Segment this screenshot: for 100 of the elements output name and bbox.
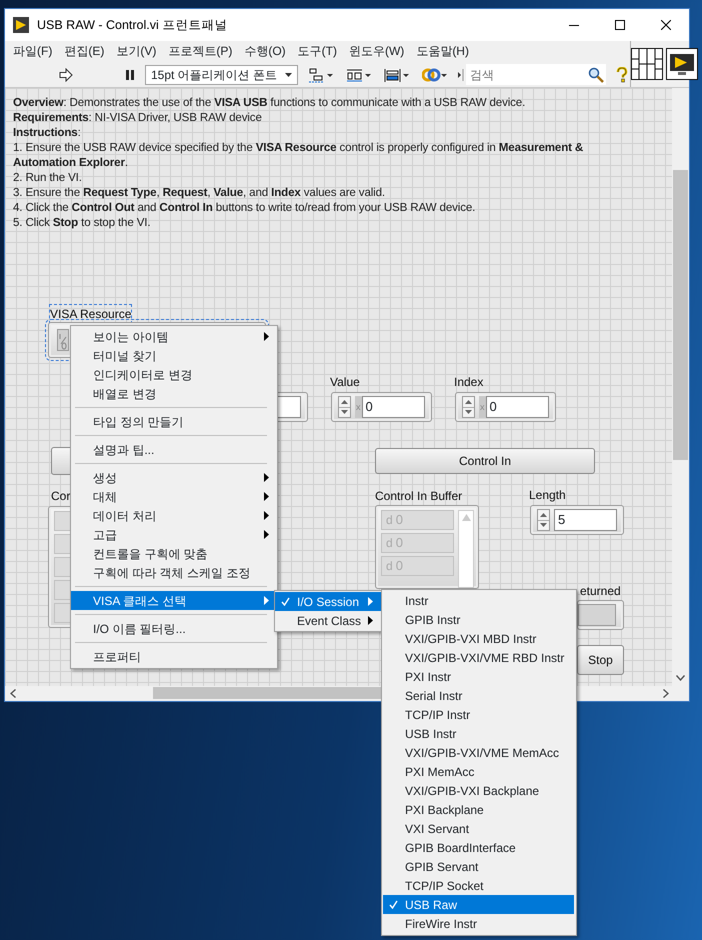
toolbar-grip-icon	[458, 68, 464, 80]
control-label: VISA Resource	[50, 305, 132, 323]
control-label: Length	[529, 487, 566, 504]
search-field[interactable]: 검색	[466, 64, 586, 85]
search-button[interactable]	[586, 64, 606, 85]
menu-item[interactable]: 편집(E)	[58, 42, 110, 60]
menu-item[interactable]: Instr	[383, 591, 574, 610]
description-text: 3. Ensure the Request Type, Request, Value, and Index values are valid.	[13, 185, 386, 200]
menu-item[interactable]: TCP/IP Socket	[383, 876, 574, 895]
control-label: Value	[330, 374, 360, 391]
menu-item[interactable]: USB Instr	[383, 724, 574, 743]
scroll-thumb[interactable]	[673, 170, 688, 460]
maximize-icon	[615, 20, 625, 30]
menu-item[interactable]: 배열로 변경	[71, 384, 277, 403]
menu-item[interactable]: 윈도우(W)	[342, 42, 410, 60]
panel-button[interactable]: Control In	[375, 448, 595, 474]
numeric-control[interactable]: 5	[530, 505, 624, 535]
radix-indicator: x	[479, 396, 486, 418]
radix-indicator: x	[355, 396, 362, 418]
number-field[interactable]: 0	[486, 396, 549, 418]
reorder-button[interactable]	[420, 66, 450, 82]
check-icon	[389, 900, 398, 909]
number-field[interactable]: 5	[554, 509, 617, 531]
help-icon	[616, 66, 628, 82]
up-arrow-icon	[465, 400, 472, 404]
menu-item[interactable]: 파일(F)	[7, 42, 58, 60]
submenu-arrow-icon	[264, 511, 269, 520]
menu-item[interactable]: 설명과 팁...	[71, 440, 277, 459]
pause-button[interactable]	[123, 68, 137, 80]
number-field[interactable]: 0	[362, 396, 425, 418]
menu-item[interactable]: VXI/GPIB-VXI/VME RBD Instr	[383, 648, 574, 667]
submenu-arrow-icon	[264, 473, 269, 482]
array-scrollbar[interactable]	[458, 510, 474, 588]
window-title: USB RAW - Control.vi 프런트패널	[37, 16, 228, 34]
menu-item[interactable]: USB Raw	[383, 895, 574, 914]
help-button[interactable]	[614, 66, 630, 82]
down-arrow-icon	[341, 410, 348, 414]
menu-item[interactable]: 타입 정의 만들기	[71, 412, 277, 431]
scroll-left-icon	[10, 689, 16, 698]
numeric-control[interactable]: x 0	[331, 392, 432, 422]
menu-item[interactable]: 터미널 찾기	[71, 346, 277, 365]
menu-item[interactable]: 컨트롤을 구획에 맞춤	[71, 544, 277, 563]
menu-item[interactable]: I/O 이름 필터링...	[71, 619, 277, 638]
menu-item[interactable]: GPIB Servant	[383, 857, 574, 876]
close-icon	[661, 20, 671, 30]
menu-item[interactable]: VXI/GPIB-VXI/VME MemAcc	[383, 743, 574, 762]
menu-item[interactable]: 구획에 따라 객체 스케일 조정	[71, 563, 277, 582]
menu-item[interactable]: 도움말(H)	[410, 42, 475, 60]
menu-item[interactable]: PXI Backplane	[383, 800, 574, 819]
menu-item[interactable]: 프로퍼티	[71, 647, 277, 666]
align-objects-button[interactable]	[306, 66, 336, 82]
run-arrow-icon	[59, 68, 73, 82]
menu-item[interactable]: 프로젝트(P)	[162, 42, 238, 60]
menu-item[interactable]: Serial Instr	[383, 686, 574, 705]
connector-pane-icon	[631, 48, 663, 80]
menu-item[interactable]: 보기(V)	[110, 42, 162, 60]
vi-icon	[666, 48, 698, 80]
menu-item[interactable]: 데이터 처리	[71, 506, 277, 525]
description-text: Requirements: NI-VISA Driver, USB RAW device	[13, 110, 263, 125]
scroll-right-icon	[663, 689, 669, 698]
menu-item[interactable]: 인디케이터로 변경	[71, 365, 277, 384]
control-label: Cor	[51, 488, 70, 505]
control-label: Control In Buffer	[375, 488, 462, 505]
menu-item[interactable]: PXI MemAcc	[383, 762, 574, 781]
scroll-thumb[interactable]	[153, 687, 383, 699]
description-text: Overview: Demonstrates the use of the VISA USB functions to communicate with a USB RAW device.	[13, 95, 526, 110]
menu-item[interactable]: FireWire Instr	[383, 914, 574, 933]
distribute-objects-button[interactable]	[344, 66, 374, 82]
align-icon	[308, 66, 334, 82]
search-icon	[588, 66, 604, 82]
submenu-arrow-icon	[264, 596, 269, 605]
menu-item[interactable]: VISA 클래스 선택	[71, 591, 277, 610]
down-arrow-icon	[540, 523, 547, 528]
scroll-down-icon	[676, 675, 685, 681]
submenu-arrow-icon	[368, 616, 373, 625]
menu-item[interactable]: GPIB BoardInterface	[383, 838, 574, 857]
menu-item[interactable]: GPIB Instr	[383, 610, 574, 629]
menu-item[interactable]: 대체	[71, 487, 277, 506]
menu-item[interactable]: 보이는 아이템	[71, 327, 277, 346]
distribute-icon	[346, 66, 372, 82]
menu-item[interactable]: 수행(O)	[238, 42, 292, 60]
font-name: 15pt 어플리케이션 폰트	[151, 66, 278, 84]
menu-item[interactable]: VXI/GPIB-VXI Backplane	[383, 781, 574, 800]
menu-item[interactable]: Event Class	[275, 611, 381, 630]
menu-item[interactable]: 생성	[71, 468, 277, 487]
control-label: eturned	[580, 583, 621, 600]
menu-item[interactable]: 고급	[71, 525, 277, 544]
menu-item[interactable]: I/O Session	[275, 592, 381, 611]
menu-item[interactable]: TCP/IP Instr	[383, 705, 574, 724]
font-dropdown[interactable]: 15pt 어플리케이션 폰트	[145, 64, 298, 84]
resize-objects-button[interactable]	[382, 66, 412, 82]
numeric-control[interactable]: x 0	[455, 392, 556, 422]
run-button[interactable]	[57, 68, 75, 82]
menu-item[interactable]: VXI/GPIB-VXI MBD Instr	[383, 629, 574, 648]
submenu-arrow-icon	[368, 597, 373, 606]
panel-button[interactable]: Stop	[577, 645, 624, 675]
up-arrow-icon	[540, 512, 547, 517]
menu-item[interactable]: 도구(T)	[292, 42, 343, 60]
menu-item[interactable]: PXI Instr	[383, 667, 574, 686]
menu-item[interactable]: VXI Servant	[383, 819, 574, 838]
